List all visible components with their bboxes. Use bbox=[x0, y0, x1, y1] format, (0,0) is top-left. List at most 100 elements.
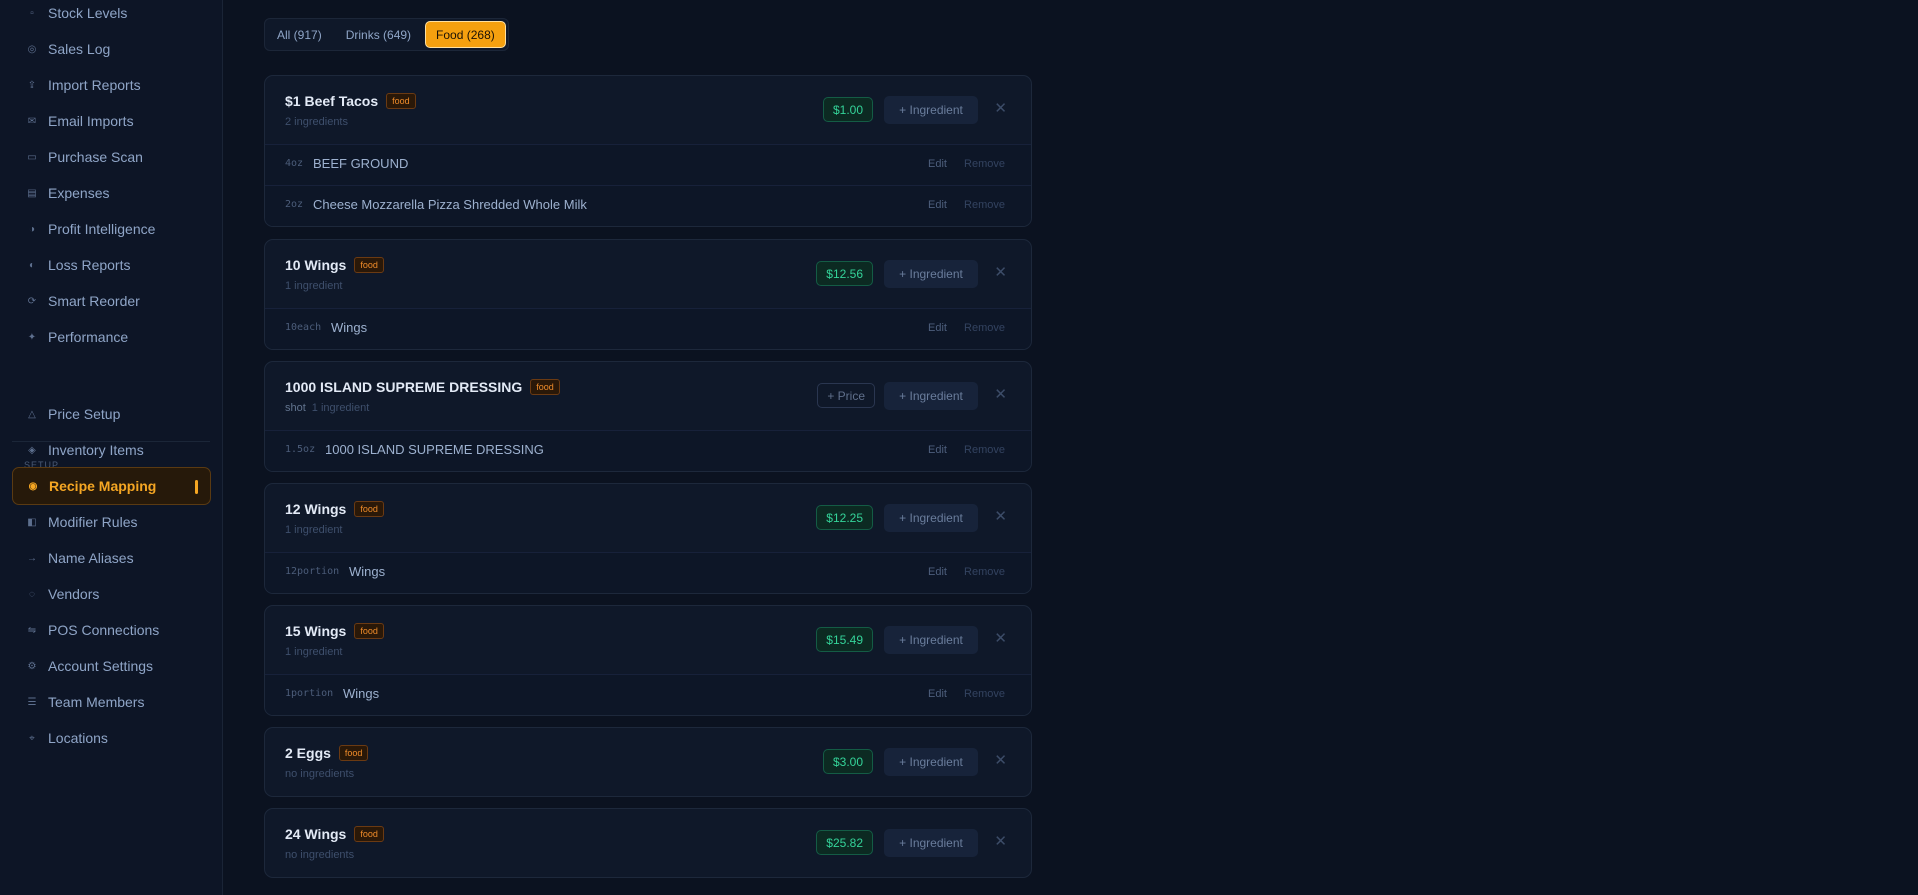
sidebar-item-label: Locations bbox=[48, 730, 108, 746]
active-indicator bbox=[195, 480, 198, 494]
sidebar-item-account-settings[interactable]: ⚙ Account Settings bbox=[12, 647, 211, 685]
remove-ingredient-link[interactable]: Remove bbox=[964, 199, 1005, 211]
add-ingredient-button[interactable]: + Ingredient bbox=[884, 829, 978, 857]
close-icon[interactable]: ✕ bbox=[994, 507, 1007, 525]
sidebar-item-email-imports[interactable]: ✉ Email Imports bbox=[12, 102, 211, 140]
price-badge[interactable]: $3.00 bbox=[822, 749, 873, 774]
remove-ingredient-link[interactable]: Remove bbox=[964, 322, 1005, 334]
sidebar-item-profit-intelligence[interactable]: ◑ Profit Intelligence bbox=[12, 210, 211, 248]
remove-ingredient-link[interactable]: Remove bbox=[964, 444, 1005, 456]
sidebar-item-label: Team Members bbox=[48, 694, 145, 710]
edit-ingredient-link[interactable]: Edit bbox=[928, 688, 947, 700]
sidebar-item-price-setup[interactable]: △ Price Setup bbox=[12, 395, 211, 433]
price-badge[interactable]: $1.00 bbox=[822, 97, 873, 122]
close-icon[interactable]: ✕ bbox=[994, 385, 1007, 403]
recipe-title: $1 Beef Tacos food bbox=[285, 93, 416, 109]
ingredient-quantity: 1.5oz bbox=[285, 444, 316, 455]
link-icon: ⇋ bbox=[27, 624, 37, 636]
add-ingredient-button[interactable]: + Ingredient bbox=[884, 748, 978, 776]
ingredient-count: 1 ingredient bbox=[285, 646, 343, 658]
sidebar-item-label: Smart Reorder bbox=[48, 293, 140, 309]
filter-drinks[interactable]: Drinks (649) bbox=[336, 21, 421, 48]
recipe-subtitle: shot 1 ingredient bbox=[285, 402, 369, 414]
recipe-title: 2 Eggs food bbox=[285, 745, 369, 761]
mail-icon: ✉ bbox=[27, 115, 37, 127]
sidebar-item-expenses[interactable]: ▤ Expenses bbox=[12, 174, 211, 212]
sidebar-item-locations[interactable]: ⌖ Locations bbox=[12, 719, 211, 757]
ingredient-count: no ingredients bbox=[285, 768, 355, 780]
target-icon: ◉ bbox=[28, 480, 38, 492]
recipe-subtitle: no ingredients bbox=[285, 849, 354, 861]
sidebar-item-label: Vendors bbox=[48, 586, 100, 602]
close-icon[interactable]: ✕ bbox=[994, 99, 1007, 117]
ingredient-count: 1 ingredient bbox=[311, 402, 370, 414]
sidebar-item-team-members[interactable]: ☰ Team Members bbox=[12, 683, 211, 721]
sidebar-item-loss-reports[interactable]: ◐ Loss Reports bbox=[12, 246, 211, 284]
main-content: All (917) Drinks (649) Food (268) $1 Bee… bbox=[224, 0, 1918, 895]
document-icon: ▤ bbox=[27, 187, 37, 199]
category-badge: food bbox=[386, 93, 416, 109]
edit-ingredient-link[interactable]: Edit bbox=[928, 322, 947, 334]
remove-ingredient-link[interactable]: Remove bbox=[964, 566, 1005, 578]
sidebar-item-name-aliases[interactable]: → Name Aliases bbox=[12, 539, 211, 577]
sidebar-item-label: Email Imports bbox=[48, 113, 134, 129]
sidebar-item-inventory-items[interactable]: ◈ Inventory Items bbox=[12, 431, 211, 469]
sidebar-item-pos-connections[interactable]: ⇋ POS Connections bbox=[12, 611, 211, 649]
close-icon[interactable]: ✕ bbox=[994, 832, 1007, 850]
sidebar-item-stock-levels[interactable]: ▫ Stock Levels bbox=[12, 0, 211, 32]
ingredient-count: 1 ingredient bbox=[285, 280, 343, 292]
recipe-unit: shot bbox=[285, 402, 306, 414]
half-square-icon: ◧ bbox=[27, 516, 37, 528]
sidebar-item-vendors[interactable]: ◌ Vendors bbox=[12, 575, 211, 613]
sidebar-item-purchase-scan[interactable]: ▭ Purchase Scan bbox=[12, 138, 211, 176]
ingredient-count: 2 ingredients bbox=[285, 116, 348, 128]
price-badge[interactable]: $12.56 bbox=[816, 261, 873, 286]
sidebar-item-performance[interactable]: ✦ Performance bbox=[12, 318, 211, 356]
add-ingredient-button[interactable]: + Ingredient bbox=[884, 382, 978, 410]
sidebar-item-modifier-rules[interactable]: ◧ Modifier Rules bbox=[12, 503, 211, 541]
close-icon[interactable]: ✕ bbox=[994, 629, 1007, 647]
receipt-icon: ◎ bbox=[27, 43, 37, 55]
add-ingredient-button[interactable]: + Ingredient bbox=[884, 626, 978, 654]
filter-all[interactable]: All (917) bbox=[267, 21, 332, 48]
sidebar-item-label: Account Settings bbox=[48, 658, 154, 674]
sidebar-item-label: Sales Log bbox=[48, 41, 111, 57]
edit-ingredient-link[interactable]: Edit bbox=[928, 158, 947, 170]
filter-food[interactable]: Food (268) bbox=[425, 21, 506, 48]
recipe-card: $1 Beef Tacos food 2 ingredients $1.00 + Ing… bbox=[264, 75, 1032, 227]
edit-ingredient-link[interactable]: Edit bbox=[928, 566, 947, 578]
price-badge[interactable]: $12.25 bbox=[816, 505, 873, 530]
recipe-card-header: 24 Wings food no ingredients $25.82 + Ingred… bbox=[265, 809, 1031, 877]
sidebar-item-import-reports[interactable]: ⇪ Import Reports bbox=[12, 66, 211, 104]
edit-ingredient-link[interactable]: Edit bbox=[928, 199, 947, 211]
close-icon[interactable]: ✕ bbox=[994, 751, 1007, 769]
scan-icon: ▭ bbox=[27, 151, 37, 163]
price-badge[interactable]: $25.82 bbox=[816, 830, 873, 855]
team-icon: ☰ bbox=[27, 696, 37, 708]
recipe-name: 15 Wings bbox=[285, 623, 347, 639]
ingredient-quantity: 4oz bbox=[285, 158, 304, 169]
close-icon[interactable]: ✕ bbox=[994, 263, 1007, 281]
edit-ingredient-link[interactable]: Edit bbox=[928, 444, 947, 456]
sidebar-item-sales-log[interactable]: ◎ Sales Log bbox=[12, 30, 211, 68]
remove-ingredient-link[interactable]: Remove bbox=[964, 158, 1005, 170]
spark-icon: ✦ bbox=[27, 331, 37, 343]
ingredient-row: 12portion Wings Edit Remove bbox=[265, 552, 1031, 593]
sidebar-item-recipe-mapping[interactable]: ◉ Recipe Mapping bbox=[12, 467, 211, 505]
recipe-card: 2 Eggs food no ingredients $3.00 + Ingredien… bbox=[264, 727, 1032, 797]
ingredient-name: Wings bbox=[343, 686, 380, 701]
remove-ingredient-link[interactable]: Remove bbox=[964, 688, 1005, 700]
add-ingredient-button[interactable]: + Ingredient bbox=[884, 260, 978, 288]
diamond-icon: ◈ bbox=[28, 444, 36, 456]
recipe-name: 2 Eggs bbox=[285, 745, 331, 761]
sidebar-item-smart-reorder[interactable]: ⟳ Smart Reorder bbox=[12, 282, 211, 320]
add-price-button[interactable]: + Price bbox=[817, 383, 875, 408]
add-ingredient-button[interactable]: + Ingredient bbox=[884, 504, 978, 532]
recipe-name: $1 Beef Tacos bbox=[285, 93, 379, 109]
recipe-title: 10 Wings food bbox=[285, 257, 384, 273]
triangle-icon: △ bbox=[28, 408, 36, 420]
price-badge[interactable]: $15.49 bbox=[816, 627, 873, 652]
upload-icon: ⇪ bbox=[27, 79, 37, 91]
category-badge: food bbox=[338, 745, 369, 761]
add-ingredient-button[interactable]: + Ingredient bbox=[884, 96, 978, 124]
